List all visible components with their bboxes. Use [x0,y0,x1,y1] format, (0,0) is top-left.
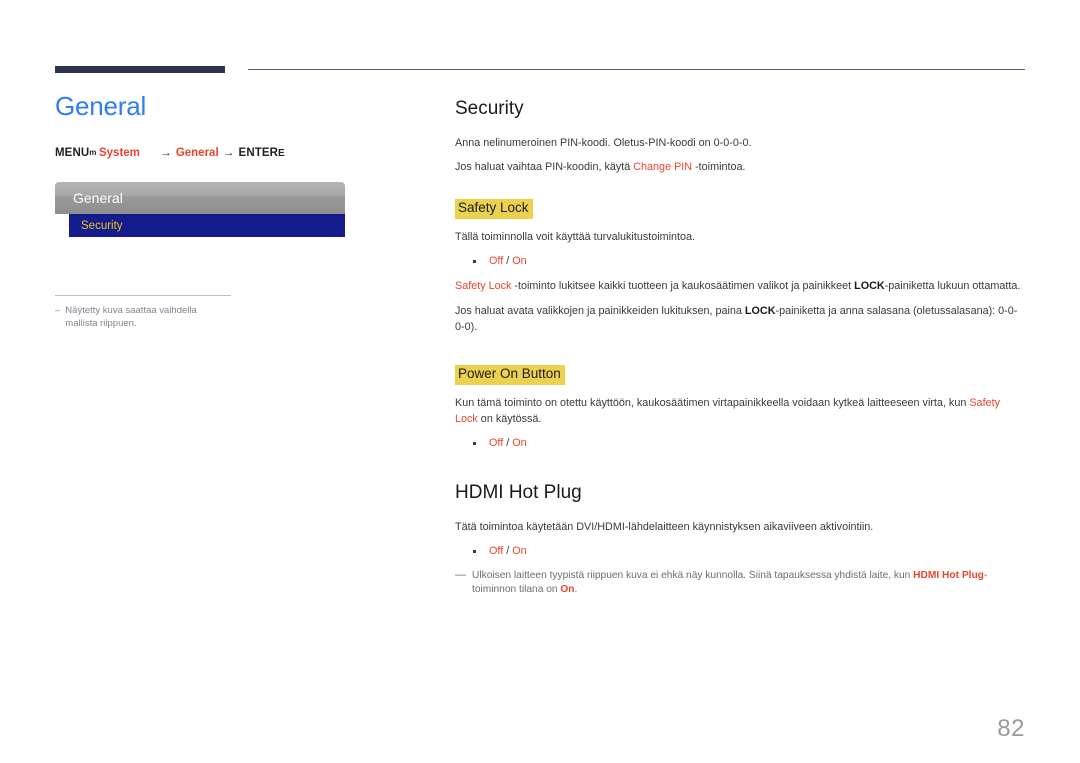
arrow-right-icon-2: → [222,146,235,159]
header-rule-thin [248,69,1025,71]
header-rule-thick [55,66,225,73]
lock-key-term-2: LOCK [744,304,776,317]
safety-lock-paragraph-2: Jos haluat avata valikkojen ja painikkei… [455,303,1025,335]
option-on: On [512,437,527,450]
hdmi-hot-plug-options: Off / On [455,543,1025,559]
osd-menu-header-label: General [73,190,123,207]
security-line-2: Jos haluat vaihtaa PIN-koodin, käytä Cha… [455,159,1025,175]
footnote-separator [55,295,231,297]
power-on-button-options: Off / On [455,435,1025,451]
left-column: General MENUm System → General → ENTERE … [55,92,405,331]
hdmi-hot-plug-intro: Tätä toimintoa käytetään DVI/HDMI-lähdel… [455,521,874,534]
arrow-right-icon-1: → [160,146,172,159]
hdmi-hot-plug-note: — Ulkoisen laitteen tyypistä riippuen ku… [455,569,1025,599]
note-pre: Ulkoisen laitteen tyypistä riippuen kuva… [472,569,914,581]
lock-key-term-1: LOCK [854,280,885,293]
option-separator: / [503,255,513,268]
subsection-heading-power-on-button: Power On Button [455,364,565,385]
security-line-2-pre: Jos haluat vaihtaa PIN-koodin, käytä [455,160,634,173]
menu-key-label: MENU [55,146,90,159]
safety-lock-intro: Tällä toiminnolla voit käyttää turvaluki… [455,231,696,244]
option-off: Off [489,437,504,450]
safety-lock-paragraph-1: Safety Lock -toiminto lukitsee kaikki tu… [455,278,1025,294]
safety-lock-para1-mid: -toiminto lukitsee kaikki tuotteen ja ka… [511,280,855,293]
menu-button-icon: m [89,147,96,157]
option-item[interactable]: Off / On [467,543,1025,559]
subsection-heading-safety-lock: Safety Lock [455,199,533,220]
option-off: Off [489,255,504,268]
safety-lock-term: Safety Lock [455,280,512,293]
safety-lock-para2-pre: Jos haluat avata valikkojen ja painikkei… [455,304,745,317]
note-end: . [574,584,578,596]
footnote-dash-icon: – [55,305,61,317]
hdmi-hot-plug-term: HDMI Hot Plug [913,569,984,581]
option-item[interactable]: Off / On [467,253,1025,269]
menu-path-item-system: System [98,146,140,159]
header-rule [0,66,1080,74]
enter-button-icon: E [278,147,285,159]
note-body: Ulkoisen laitteen tyypistä riippuen kuva… [472,569,1025,599]
power-on-para-post: on käytössä. [477,413,542,426]
menu-path-breadcrumb: MENUm System → General → ENTERE [55,147,405,161]
osd-menu-item-label: Security [81,219,123,232]
right-column: Security Anna nelinumeroinen PIN-koodi. … [455,98,1025,598]
option-on: On [512,545,527,558]
power-on-button-paragraph: Kun tämä toiminto on otettu käyttöön, ka… [455,395,1025,427]
section-title-hdmi-hot-plug: HDMI Hot Plug [455,482,582,504]
option-separator: / [503,545,513,558]
note-state-on: On [560,584,575,596]
security-line-1: Anna nelinumeroinen PIN-koodi. Oletus-PI… [455,136,752,149]
footnote-text-row: – Näytetty kuva saattaa vaihdella mallis… [55,305,231,331]
menu-path-item-general: General [175,146,219,159]
note-dash-icon: — [455,568,466,581]
page-number: 82 [997,715,1025,742]
security-line-2-post: -toimintoa. [692,160,746,173]
power-on-para-pre: Kun tämä toiminto on otettu käyttöön, ka… [455,396,970,409]
option-item[interactable]: Off / On [467,435,1025,451]
change-pin-term: Change PIN [633,160,693,173]
osd-menu-header: General [55,182,345,215]
safety-lock-para1-end: -painiketta lukuun ottamatta. [884,280,1021,293]
option-off: Off [489,545,504,558]
osd-menu-item-security[interactable]: Security [69,214,345,238]
option-on: On [512,255,527,268]
osd-menu-preview: General Security [55,182,345,238]
page-title: General [55,91,147,121]
enter-key-label: ENTER [238,146,279,159]
option-separator: / [503,437,513,450]
section-title-security: Security [455,98,524,119]
safety-lock-options: Off / On [455,253,1025,269]
left-footnote: – Näytetty kuva saattaa vaihdella mallis… [55,295,231,331]
footnote-text: Näytetty kuva saattaa vaihdella mallista… [65,305,197,330]
